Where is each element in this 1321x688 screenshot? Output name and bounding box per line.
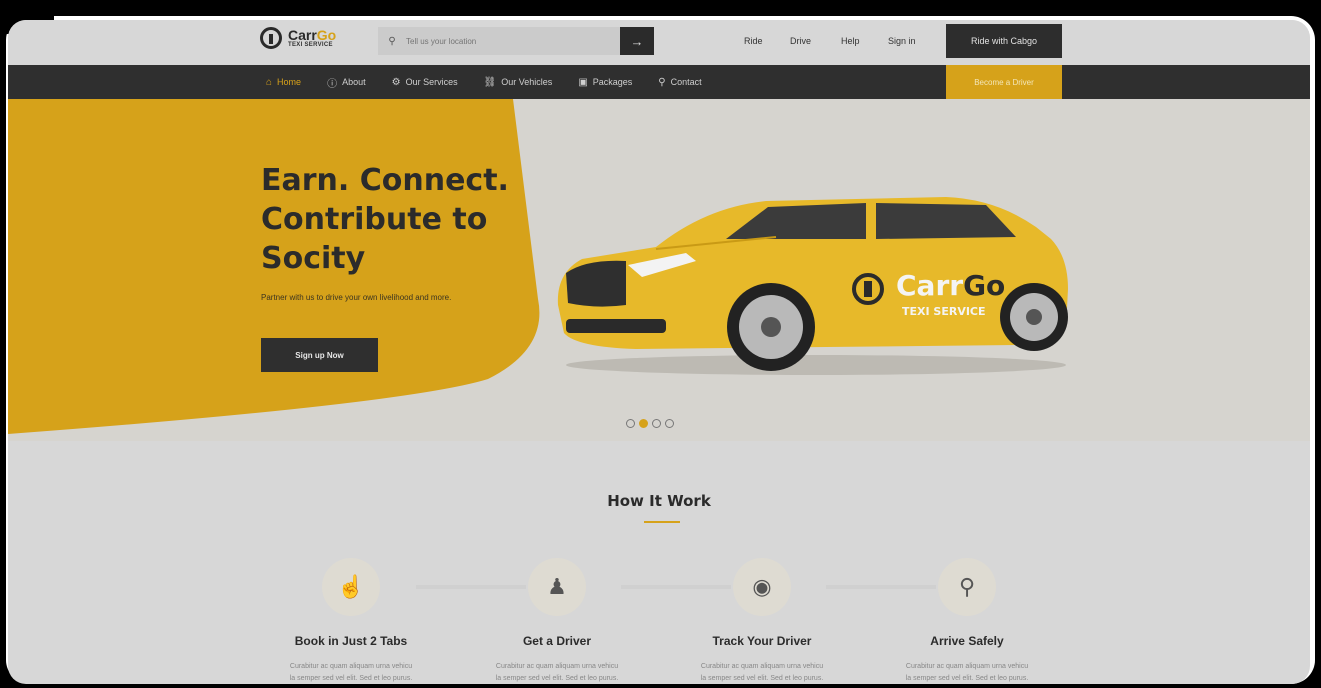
step-text: Curabitur ac quam aliquam urna vehicu la…: [256, 661, 446, 684]
nav-item-about[interactable]: ⓘ About: [327, 75, 366, 90]
driver-icon: ♟: [528, 558, 586, 616]
brand-name: CarrGo: [288, 28, 336, 42]
tap-hand-icon: ☝: [322, 558, 380, 616]
nav-label: Packages: [592, 77, 633, 87]
step-card: ◉ Track Your Driver Curabitur ac quam al…: [667, 558, 857, 684]
slider-dot-active[interactable]: [639, 419, 648, 428]
hero-title-line: Earn. Connect.: [261, 163, 509, 198]
slider-dot[interactable]: [665, 419, 674, 428]
taxi-car-image: CarrGo TEXI SERVICE: [557, 197, 1068, 375]
top-links: Ride Drive Help Sign in: [744, 36, 916, 46]
step-text-line: la semper sed vel elit. Sed et leo purus…: [905, 675, 1029, 682]
map-pin-icon: ⚲: [388, 35, 396, 47]
step-title: Arrive Safely: [930, 634, 1004, 648]
step-card: ⚲ Arrive Safely Curabitur ac quam aliqua…: [872, 558, 1062, 684]
package-icon: ▣: [578, 76, 588, 88]
arrow-right-icon: →: [630, 33, 644, 49]
slider-dots: [626, 419, 674, 428]
step-text: Curabitur ac quam aliquam urna vehicu la…: [667, 661, 857, 684]
step-text-line: la semper sed vel elit. Sed et leo purus…: [289, 675, 413, 682]
brand-name-part2: Go: [316, 27, 337, 43]
hero-slider: Earn. Connect. Contribute to Socity Part…: [8, 99, 1310, 441]
search-submit-button[interactable]: →: [620, 27, 654, 55]
steering-wheel-icon: [260, 27, 282, 49]
main-nav: ⌂ Home ⓘ About ⚙ Our Services ⛓ Our Vehi…: [8, 65, 1310, 99]
brand-name-part1: Carr: [288, 27, 317, 43]
nav-label: Our Services: [405, 77, 458, 87]
nav-item-packages[interactable]: ▣ Packages: [578, 77, 632, 88]
browser-viewport: CarrGo TEXI SERVICE ⚲ → Ride Drive Help …: [8, 20, 1310, 684]
step-text: Curabitur ac quam aliquam urna vehicu la…: [462, 661, 652, 684]
hero-title-line: Contribute to: [261, 202, 488, 237]
step-title: Book in Just 2 Tabs: [294, 634, 408, 648]
brand-logo[interactable]: CarrGo TEXI SERVICE: [260, 27, 336, 49]
nav-item-our-services[interactable]: ⚙ Our Services: [392, 77, 458, 88]
car-logo-text: CarrGo: [896, 269, 1005, 302]
link-help[interactable]: Help: [841, 36, 888, 46]
info-icon: ⓘ: [327, 78, 338, 90]
nav-label: Contact: [670, 77, 702, 87]
link-sign-in[interactable]: Sign in: [888, 36, 916, 46]
nav-label: Home: [277, 77, 302, 87]
hero-subtitle: Partner with us to drive your own liveli…: [261, 293, 452, 302]
nav-label: Our Vehicles: [501, 77, 553, 87]
map-marker-icon: ⚲: [938, 558, 996, 616]
step-card: ☝ Book in Just 2 Tabs Curabitur ac quam …: [256, 558, 446, 684]
title-underline: [644, 521, 680, 523]
sign-up-button[interactable]: Sign up Now: [261, 338, 378, 372]
location-search: ⚲ →: [378, 27, 654, 55]
step-title: Track Your Driver: [712, 634, 812, 648]
step-text-line: Curabitur ac quam aliquam urna vehicu: [289, 663, 413, 670]
step-text: Curabitur ac quam aliquam urna vehicu la…: [872, 661, 1062, 684]
location-input[interactable]: [406, 36, 611, 46]
nav-item-our-vehicles[interactable]: ⛓ Our Vehicles: [484, 77, 553, 88]
slider-dot[interactable]: [626, 419, 635, 428]
become-driver-button[interactable]: Become a Driver: [946, 65, 1062, 99]
hero-title: Earn. Connect. Contribute to Socity: [261, 161, 561, 278]
step-text-line: Curabitur ac quam aliquam urna vehicu: [905, 663, 1029, 670]
step-title: Get a Driver: [522, 634, 592, 648]
track-car-icon: ◉: [733, 558, 791, 616]
step-text-line: Curabitur ac quam aliquam urna vehicu: [700, 663, 824, 670]
nav-item-contact[interactable]: ⚲ Contact: [658, 77, 701, 88]
car-icon: ⛓: [483, 76, 497, 88]
link-ride[interactable]: Ride: [744, 36, 790, 46]
home-icon: ⌂: [266, 76, 273, 88]
link-drive[interactable]: Drive: [790, 36, 841, 46]
step-text-line: Curabitur ac quam aliquam urna vehicu: [495, 663, 619, 670]
brand-tagline: TEXI SERVICE: [288, 42, 333, 48]
services-icon: ⚙: [391, 76, 401, 88]
step-card: ♟ Get a Driver Curabitur ac quam aliquam…: [462, 558, 652, 684]
hero-title-line: Socity: [261, 241, 366, 276]
top-bar: CarrGo TEXI SERVICE ⚲ → Ride Drive Help …: [8, 20, 1310, 65]
location-icon: ⚲: [658, 76, 666, 88]
section-title: How It Work: [607, 492, 711, 510]
car-logo-sub: TEXI SERVICE: [902, 305, 986, 318]
slider-dot[interactable]: [652, 419, 661, 428]
step-text-line: la semper sed vel elit. Sed et leo purus…: [700, 675, 824, 682]
step-text-line: la semper sed vel elit. Sed et leo purus…: [495, 675, 619, 682]
ride-with-cabgo-button[interactable]: Ride with Cabgo: [946, 24, 1062, 58]
nav-label: About: [342, 77, 366, 87]
nav-item-home[interactable]: ⌂ Home: [266, 77, 301, 88]
